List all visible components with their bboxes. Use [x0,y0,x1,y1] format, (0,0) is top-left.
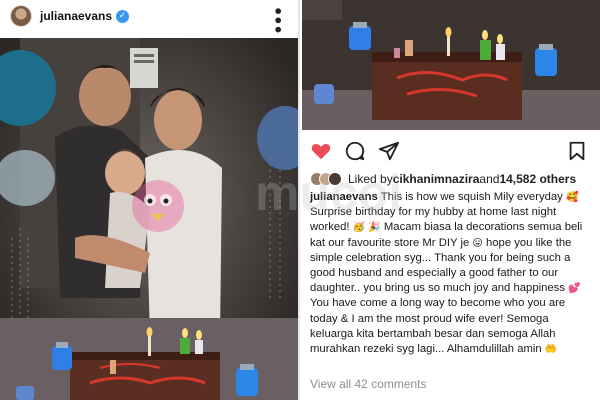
liked-by-prefix: Liked by [348,172,393,186]
caption-username[interactable]: julianaevans [310,191,378,203]
caption-text: You have come a long way to become who y… [310,297,566,356]
verified-badge-icon: ✓ [116,9,130,23]
bookmark-save-icon[interactable] [566,140,588,162]
post-photo[interactable] [0,38,298,400]
comment-icon[interactable] [344,140,366,162]
sparkling-heart-emoji-icon: 💕 [568,283,581,295]
caption-text: This is how we squish Mily everyday [377,191,566,203]
praying-hands-emoji-icon: 🤲 [544,344,558,356]
tongue-face-emoji-icon: 😛 [472,237,483,249]
party-popper-emoji-icon: 🎉 [368,222,381,234]
liked-by-user[interactable]: cikhanimnazira [393,172,480,186]
instagram-post-panel: julianaevans ✓ ••• [0,0,300,400]
post-username[interactable]: julianaevans [40,9,112,23]
liker-avatar [328,172,342,186]
liked-by-and: and [479,172,500,186]
avatar[interactable] [10,5,32,27]
post-photo-cake-image [302,0,600,130]
party-face-emoji-icon: 🥳 [352,222,366,234]
post-caption: julianaevans This is how we squish Mily … [310,190,594,357]
post-actions-bar [302,136,600,166]
post-header: julianaevans ✓ ••• [0,0,298,34]
view-all-comments-link[interactable]: View all 42 comments [310,377,427,391]
share-send-icon[interactable] [378,140,400,162]
like-heart-icon[interactable] [310,140,332,162]
smiling-hearts-emoji-icon: 🥰 [565,192,579,203]
more-options-icon[interactable]: ••• [268,6,287,34]
post-photo-image [0,38,298,400]
liked-by-row[interactable]: Liked by cikhanimnazira and 14,582 other… [310,170,576,188]
post-photo-cropped[interactable] [302,0,600,130]
post-detail-panel: Liked by cikhanimnazira and 14,582 other… [302,0,600,400]
likes-count[interactable]: 14,582 others [499,172,576,186]
